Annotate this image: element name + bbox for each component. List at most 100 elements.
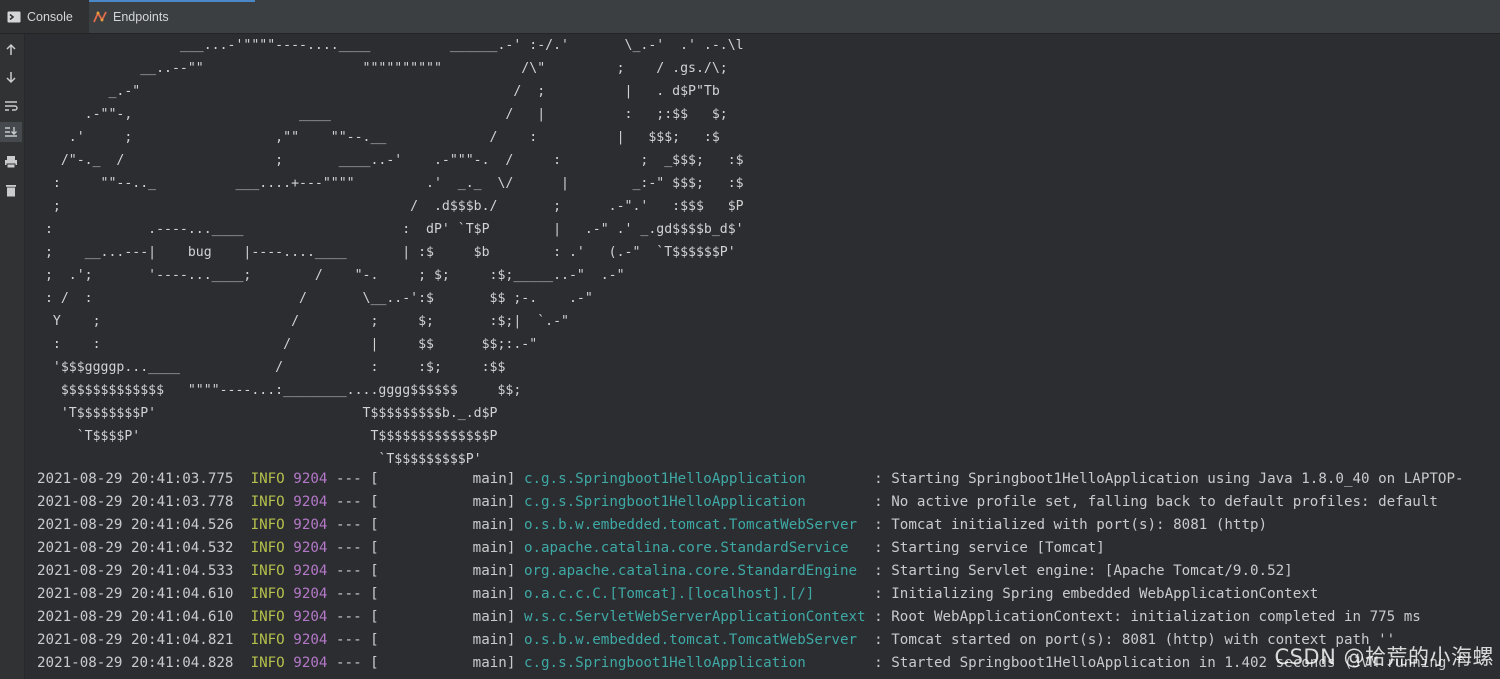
banner-line: __..--"" """""""""" /\" ; / .gs./\;: [37, 61, 728, 76]
log-level: INFO: [250, 517, 285, 533]
log-line: 2021-08-29 20:41:04.828 INFO 9204 --- [ …: [37, 652, 1464, 675]
log-separator: ---: [336, 471, 362, 487]
log-thread: [ main]: [370, 540, 516, 556]
tab-endpoints[interactable]: Endpoints: [93, 0, 183, 33]
log-separator: ---: [336, 540, 362, 556]
banner-line: '$$$ggggp...____ / : :$; :$$: [37, 360, 506, 375]
tab-endpoints-label: Endpoints: [113, 9, 169, 24]
log-thread: [ main]: [370, 471, 516, 487]
log-logger: o.apache.catalina.core.StandardService: [523, 540, 866, 556]
banner-line: .-""-, ____ / | : ;:$$ $;: [37, 107, 728, 122]
clear-icon: [6, 185, 16, 197]
log-line: 2021-08-29 20:41:04.526 INFO 9204 --- [ …: [37, 514, 1464, 537]
log-message: : Initializing Spring embedded WebApplic…: [874, 586, 1319, 602]
banner-line: ; / .d$$$b./ ; .-".' :$$$ $P: [37, 199, 744, 214]
tab-console[interactable]: Console: [0, 0, 89, 33]
watermark: CSDN @拾荒的小海螺: [1274, 645, 1494, 669]
banner-line: `T$$$$P' T$$$$$$$$$$$$$$P: [37, 429, 498, 444]
console-output[interactable]: ___...-'""""----....____ ______.-' :-/.'…: [25, 34, 1500, 679]
log-timestamp: 2021-08-29 20:41:03.775: [37, 471, 234, 487]
log-logger: c.g.s.Springboot1HelloApplication: [523, 471, 866, 487]
log-level: INFO: [250, 609, 285, 625]
banner-line: 'T$$$$$$$$P' T$$$$$$$$$b._.d$P: [37, 406, 498, 421]
log-level: INFO: [250, 655, 285, 671]
log-timestamp: 2021-08-29 20:41:03.778: [37, 494, 234, 510]
log-logger: o.a.c.c.C.[Tomcat].[localhost].[/]: [523, 586, 866, 602]
log-logger: o.s.b.w.embedded.tomcat.TomcatWebServer: [523, 632, 866, 648]
log-thread: [ main]: [370, 632, 516, 648]
log-logger: c.g.s.Springboot1HelloApplication: [523, 494, 866, 510]
log-timestamp: 2021-08-29 20:41:04.532: [37, 540, 234, 556]
log-separator: ---: [336, 586, 362, 602]
log-lines: 2021-08-29 20:41:03.775 INFO 9204 --- [ …: [37, 468, 1464, 675]
log-separator: ---: [336, 494, 362, 510]
log-timestamp: 2021-08-29 20:41:04.828: [37, 655, 234, 671]
log-line: 2021-08-29 20:41:04.532 INFO 9204 --- [ …: [37, 537, 1464, 560]
log-message: : Tomcat initialized with port(s): 8081 …: [874, 517, 1268, 533]
banner-line: : ""--.._ ___....+---"""" .' _._ \/ | _:…: [37, 176, 744, 191]
log-logger: org.apache.catalina.core.StandardEngine: [523, 563, 866, 579]
log-pid: 9204: [293, 609, 328, 625]
log-thread: [ main]: [370, 609, 516, 625]
log-thread: [ main]: [370, 517, 516, 533]
log-separator: ---: [336, 632, 362, 648]
log-logger: w.s.c.ServletWebServerApplicationContext: [523, 609, 866, 625]
console-icon: [7, 10, 21, 24]
up-button[interactable]: [0, 40, 22, 60]
banner-line: ; __...---| bug |----....____ | :$ $b : …: [37, 245, 736, 260]
log-thread: [ main]: [370, 494, 516, 510]
log-separator: ---: [336, 563, 362, 579]
banner-line: .' ; ,"" ""--.__ / : | $$$; :$: [37, 130, 720, 145]
banner-line: _.-" / ; | . d$P"Tb: [37, 84, 720, 99]
log-separator: ---: [336, 655, 362, 671]
log-line: 2021-08-29 20:41:04.533 INFO 9204 --- [ …: [37, 560, 1464, 583]
log-level: INFO: [250, 540, 285, 556]
log-line: 2021-08-29 20:41:04.610 INFO 9204 --- [ …: [37, 606, 1464, 629]
banner-line: : : / | $$ $$;:.-": [37, 337, 538, 352]
log-level: INFO: [250, 494, 285, 510]
log-separator: ---: [336, 517, 362, 533]
log-pid: 9204: [293, 563, 328, 579]
log-message: : Starting Servlet engine: [Apache Tomca…: [874, 563, 1293, 579]
arrow-up-icon: [6, 43, 16, 55]
log-timestamp: 2021-08-29 20:41:04.526: [37, 517, 234, 533]
log-message: : No active profile set, falling back to…: [874, 494, 1438, 510]
log-level: INFO: [250, 471, 285, 487]
endpoints-icon: [93, 10, 107, 24]
log-logger: c.g.s.Springboot1HelloApplication: [523, 655, 866, 671]
log-thread: [ main]: [370, 655, 516, 671]
log-pid: 9204: [293, 540, 328, 556]
banner-line: : / : / \__..-':$ $$ ;-. .-": [37, 291, 593, 306]
log-line: 2021-08-29 20:41:04.821 INFO 9204 --- [ …: [37, 629, 1464, 652]
log-pid: 9204: [293, 494, 328, 510]
log-line: 2021-08-29 20:41:04.610 INFO 9204 --- [ …: [37, 583, 1464, 606]
ascii-banner: ___...-'""""----....____ ______.-' :-/.'…: [37, 34, 744, 471]
log-separator: ---: [336, 609, 362, 625]
scroll-to-end-button[interactable]: [0, 122, 22, 142]
print-button[interactable]: [0, 152, 22, 172]
scroll-to-end-icon: [5, 127, 17, 137]
log-pid: 9204: [293, 471, 328, 487]
banner-line: $$$$$$$$$$$$$ """"----...:________....gg…: [37, 383, 522, 398]
log-thread: [ main]: [370, 586, 516, 602]
soft-wrap-icon: [5, 101, 18, 111]
log-line: 2021-08-29 20:41:03.775 INFO 9204 --- [ …: [37, 468, 1464, 491]
tool-window-tabbar: Console Endpoints: [0, 0, 1500, 34]
banner-line: /"-._ / ; ____..-' .-"""-. / : ; _$$$; :…: [37, 153, 744, 168]
log-message: : Root WebApplicationContext: initializa…: [874, 609, 1421, 625]
log-timestamp: 2021-08-29 20:41:04.821: [37, 632, 234, 648]
log-pid: 9204: [293, 632, 328, 648]
log-timestamp: 2021-08-29 20:41:04.610: [37, 609, 234, 625]
console-toolbar: [0, 34, 25, 679]
log-level: INFO: [250, 586, 285, 602]
log-pid: 9204: [293, 517, 328, 533]
banner-line: : .----...____ : dP' `T$P | .-" .' _.gd$…: [37, 222, 744, 237]
print-icon: [5, 156, 17, 169]
log-timestamp: 2021-08-29 20:41:04.610: [37, 586, 234, 602]
banner-line: Y ; / ; $; :$;| `.-": [37, 314, 569, 329]
log-pid: 9204: [293, 586, 328, 602]
log-level: INFO: [250, 632, 285, 648]
clear-button[interactable]: [0, 180, 22, 200]
soft-wrap-button[interactable]: [0, 96, 22, 116]
down-button[interactable]: [0, 67, 22, 87]
